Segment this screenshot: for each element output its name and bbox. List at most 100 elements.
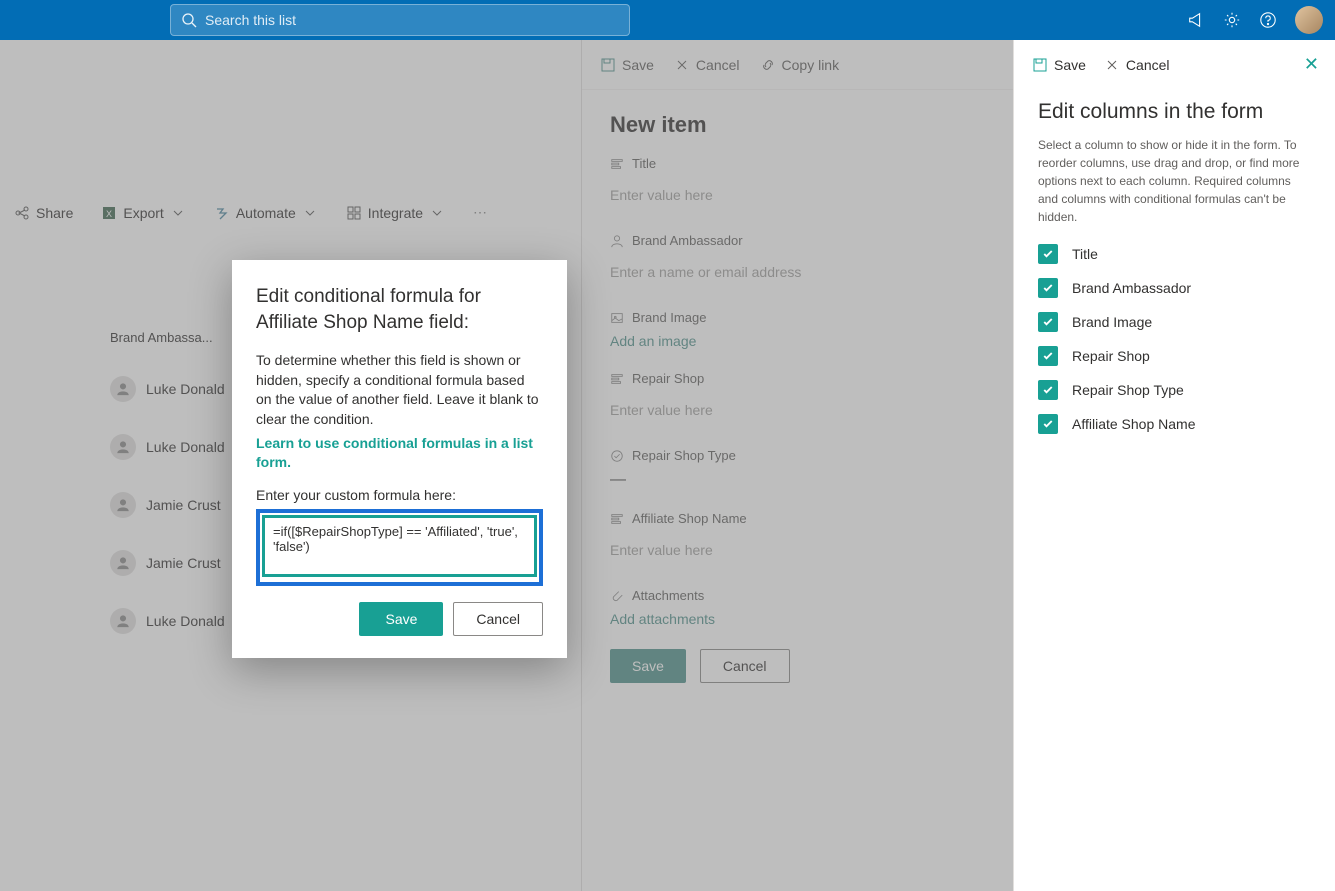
dialog-cancel-button[interactable]: Cancel: [453, 602, 543, 636]
person-name: Luke Donald: [146, 439, 225, 455]
integrate-button[interactable]: Integrate: [340, 201, 451, 225]
column-label: Brand Image: [1072, 314, 1152, 330]
add-attachments-link[interactable]: Add attachments: [610, 611, 715, 627]
share-button[interactable]: Share: [8, 201, 79, 225]
person-avatar-icon: [110, 608, 136, 634]
column-row[interactable]: Title: [1038, 244, 1311, 264]
dialog-save-button[interactable]: Save: [359, 602, 443, 636]
column-header-brand-ambassador[interactable]: Brand Ambassa...: [110, 330, 213, 345]
person-avatar-icon: [110, 550, 136, 576]
panel-title: New item: [610, 112, 985, 138]
column-row[interactable]: Repair Shop: [1038, 346, 1311, 366]
flow-icon: [214, 205, 230, 221]
field-label-repairshop: Repair Shop: [632, 371, 704, 386]
person-icon: [610, 234, 624, 248]
checkbox-checked-icon[interactable]: [1038, 414, 1058, 434]
formula-highlight: [256, 509, 543, 586]
newitem-cancel-button[interactable]: Cancel: [700, 649, 790, 683]
conditional-formula-dialog: Edit conditional formula for Affiliate S…: [232, 260, 567, 658]
panel-cancel-button[interactable]: Cancel: [674, 57, 740, 73]
user-avatar[interactable]: [1295, 6, 1323, 34]
search-input[interactable]: [205, 12, 619, 28]
column-label: Brand Ambassador: [1072, 280, 1191, 296]
formula-label: Enter your custom formula here:: [256, 487, 543, 503]
new-item-command-bar: Save Cancel Copy link: [582, 40, 1013, 90]
affiliate-shop-input[interactable]: [610, 534, 985, 566]
editpanel-close-button[interactable]: ✕: [1304, 54, 1319, 75]
field-label-ambassador: Brand Ambassador: [632, 233, 743, 248]
edit-columns-panel: Save Cancel ✕ Edit columns in the form S…: [1013, 40, 1335, 891]
checkbox-checked-icon[interactable]: [1038, 380, 1058, 400]
panel-cancel-label: Cancel: [696, 57, 740, 73]
title-input[interactable]: [610, 179, 985, 211]
column-label: Repair Shop: [1072, 348, 1150, 364]
search-box[interactable]: [170, 4, 630, 36]
close-icon: [1104, 57, 1120, 73]
checkbox-checked-icon[interactable]: [1038, 244, 1058, 264]
formula-textarea[interactable]: [264, 517, 535, 575]
person-name: Luke Donald: [146, 381, 225, 397]
integrate-label: Integrate: [368, 205, 423, 221]
person-name: Jamie Crust: [146, 497, 221, 513]
panel-save-button[interactable]: Save: [600, 57, 654, 73]
list-row[interactable]: Jamie Crust: [110, 534, 225, 592]
panel-copylink-button[interactable]: Copy link: [760, 57, 840, 73]
attachment-icon: [610, 589, 624, 603]
dialog-learn-link[interactable]: Learn to use conditional formulas in a l…: [256, 434, 543, 473]
brand-ambassador-input[interactable]: [610, 256, 985, 288]
column-label: Affiliate Shop Name: [1072, 416, 1195, 432]
person-avatar-icon: [110, 434, 136, 460]
list-rows: Luke Donald Luke Donald Jamie Crust Jami…: [110, 360, 225, 650]
list-row[interactable]: Luke Donald: [110, 360, 225, 418]
choice-icon: [610, 449, 624, 463]
new-item-panel: Save Cancel Copy link New item Title Bra…: [581, 40, 1013, 891]
editpanel-save-button[interactable]: Save: [1032, 57, 1086, 73]
field-label-attachments: Attachments: [632, 588, 704, 603]
close-icon: [674, 57, 690, 73]
editpanel-title: Edit columns in the form: [1038, 100, 1311, 124]
list-command-bar: Share X Export Automate Integrate ⋯: [0, 200, 501, 225]
chevron-down-icon: [170, 205, 186, 221]
column-row[interactable]: Brand Ambassador: [1038, 278, 1311, 298]
column-row[interactable]: Affiliate Shop Name: [1038, 414, 1311, 434]
list-row[interactable]: Luke Donald: [110, 418, 225, 476]
panel-copylink-label: Copy link: [782, 57, 840, 73]
editpanel-cancel-button[interactable]: Cancel: [1104, 57, 1170, 73]
person-name: Luke Donald: [146, 613, 225, 629]
export-label: Export: [123, 205, 163, 221]
megaphone-icon[interactable]: [1187, 11, 1205, 29]
add-image-link[interactable]: Add an image: [610, 333, 696, 349]
chevron-down-icon: [302, 205, 318, 221]
editpanel-save-label: Save: [1054, 57, 1086, 73]
newitem-save-button[interactable]: Save: [610, 649, 686, 683]
editpanel-description: Select a column to show or hide it in th…: [1038, 136, 1311, 226]
column-row[interactable]: Repair Shop Type: [1038, 380, 1311, 400]
share-label: Share: [36, 205, 73, 221]
list-row[interactable]: Jamie Crust: [110, 476, 225, 534]
column-row[interactable]: Brand Image: [1038, 312, 1311, 332]
text-icon: [610, 157, 624, 171]
field-label-image: Brand Image: [632, 310, 706, 325]
chevron-down-icon: [429, 205, 445, 221]
integrate-icon: [346, 205, 362, 221]
person-avatar-icon: [110, 492, 136, 518]
checkbox-checked-icon[interactable]: [1038, 346, 1058, 366]
export-button[interactable]: X Export: [95, 201, 191, 225]
help-icon[interactable]: [1259, 11, 1277, 29]
checkbox-checked-icon[interactable]: [1038, 312, 1058, 332]
more-button[interactable]: ⋯: [467, 200, 493, 225]
list-row[interactable]: Luke Donald: [110, 592, 225, 650]
link-icon: [760, 57, 776, 73]
field-label-affiliate: Affiliate Shop Name: [632, 511, 747, 526]
field-label-title: Title: [632, 156, 656, 171]
panel-save-label: Save: [622, 57, 654, 73]
automate-button[interactable]: Automate: [208, 201, 324, 225]
checkbox-checked-icon[interactable]: [1038, 278, 1058, 298]
text-icon: [610, 372, 624, 386]
repair-shop-type-value[interactable]: —: [610, 471, 985, 489]
share-icon: [14, 205, 30, 221]
person-avatar-icon: [110, 376, 136, 402]
gear-icon[interactable]: [1223, 11, 1241, 29]
search-icon: [181, 12, 197, 28]
repair-shop-input[interactable]: [610, 394, 985, 426]
